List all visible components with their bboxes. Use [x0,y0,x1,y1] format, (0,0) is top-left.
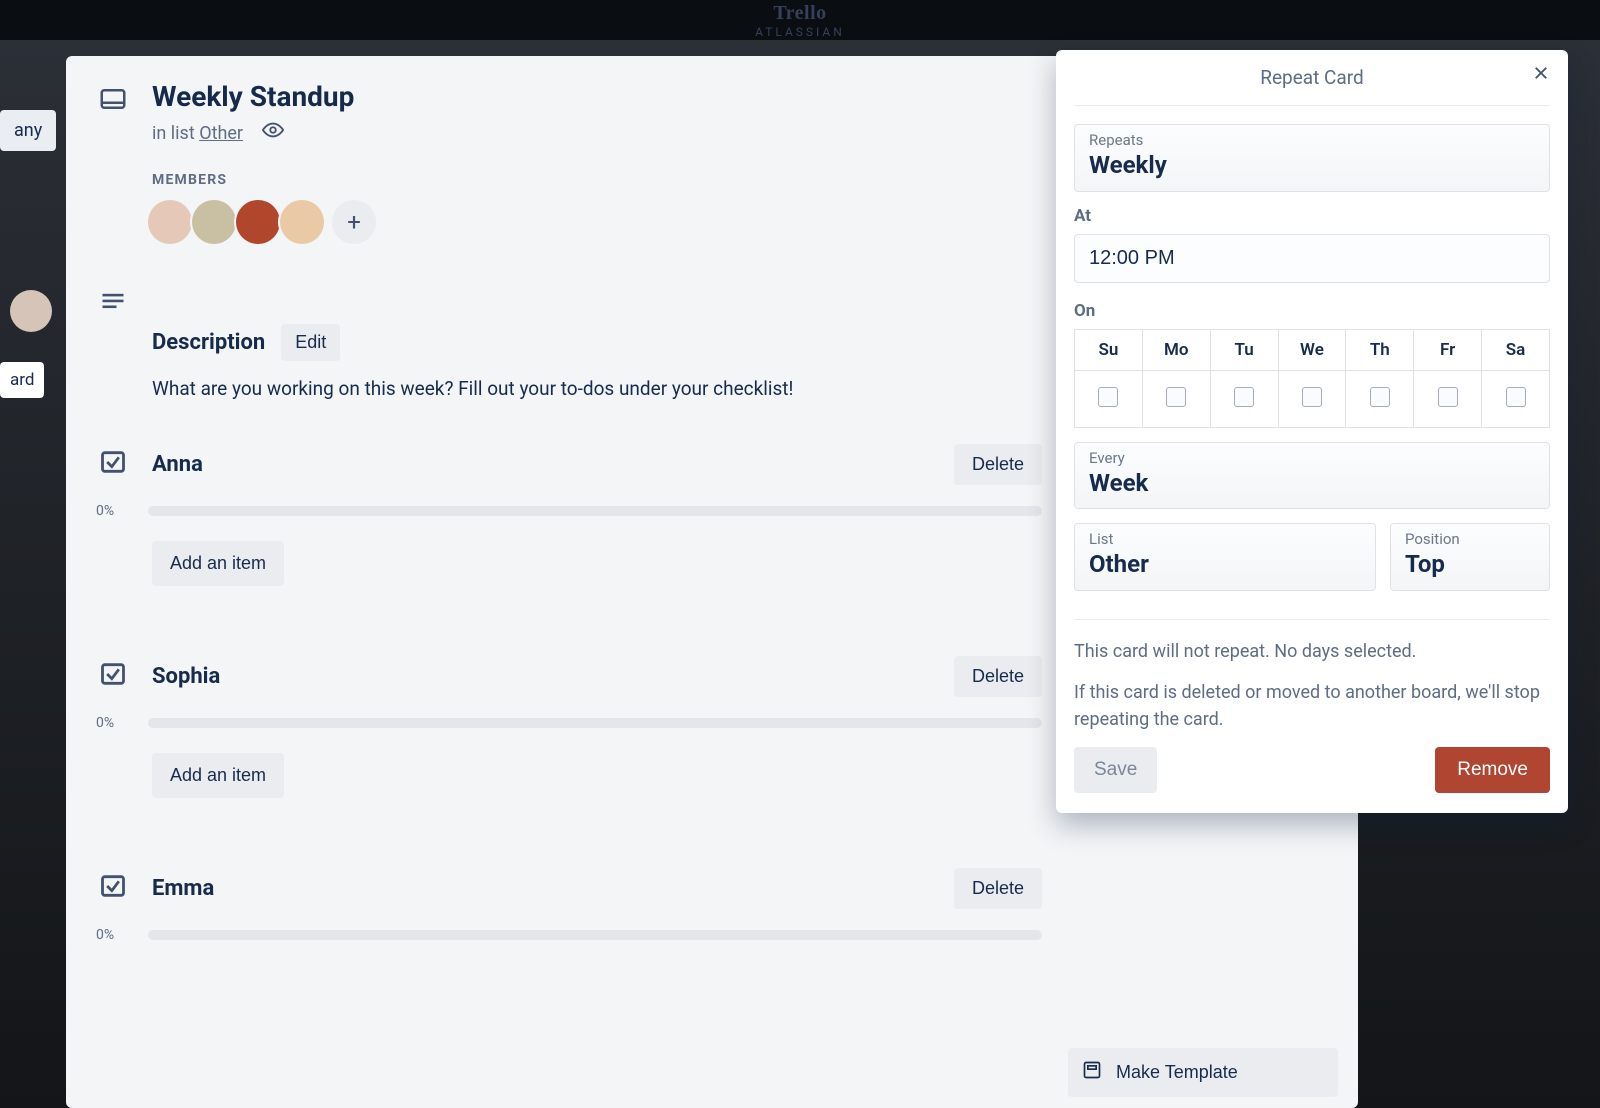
edit-description-button[interactable]: Edit [281,324,340,361]
divider [1074,619,1550,620]
checklist-icon [96,656,130,688]
make-template-button[interactable]: Make Template [1068,1048,1338,1097]
brand-name: Trello [755,2,845,25]
delete-checklist-button[interactable]: Delete [954,444,1042,485]
repeat-save-button[interactable]: Save [1074,747,1157,793]
template-icon [1082,1060,1102,1085]
card-icon [96,80,130,114]
repeats-value: Weekly [1089,151,1167,179]
brand-sub: ATLASSIAN [755,25,845,39]
day-header-tu: Tu [1210,329,1278,370]
member-avatar[interactable] [148,200,192,244]
checklist-title[interactable]: Sophia [152,664,954,689]
member-avatar[interactable] [192,200,236,244]
add-member-button[interactable]: + [332,200,376,244]
at-time-input[interactable] [1074,234,1550,283]
watch-icon[interactable] [262,119,284,141]
list-value: Other [1089,550,1149,578]
position-field[interactable]: Position Top [1390,523,1550,591]
day-header-sa: Sa [1482,329,1550,370]
on-label: On [1074,301,1550,321]
day-checkbox-sa[interactable] [1506,387,1526,407]
repeats-field[interactable]: Repeats Weekly [1074,124,1550,192]
popover-close-button[interactable] [1532,64,1550,88]
every-value: Week [1089,469,1148,497]
add-checklist-item-button[interactable]: Add an item [152,541,284,586]
board-member-avatar [10,290,52,332]
popover-title: Repeat Card [1260,66,1363,89]
repeat-warning-no-days: This card will not repeat. No days selec… [1074,638,1550,665]
every-field[interactable]: Every Week [1074,442,1550,510]
day-checkbox-fr[interactable] [1438,387,1458,407]
brand-logo: Trello ATLASSIAN [755,2,845,39]
checklist-progress-percent: 0% [96,503,130,519]
repeats-label: Repeats [1089,131,1535,149]
checklist-title[interactable]: Anna [152,452,954,477]
board-name-fragment: any [0,110,56,151]
day-header-we: We [1278,329,1346,370]
card-title[interactable]: Weekly Standup [152,80,1042,113]
checklist-icon [96,868,130,900]
in-list-prefix: in list [152,123,199,144]
checklist-progress-bar [148,930,1042,940]
description-text[interactable]: What are you working on this week? Fill … [152,377,1042,400]
position-value: Top [1405,550,1445,578]
repeat-card-popover: Repeat Card Repeats Weekly At On Su Mo T… [1056,50,1568,813]
description-heading: Description [152,330,265,355]
checklist-progress-bar [148,506,1042,516]
description-icon [96,284,130,316]
day-checkbox-mo[interactable] [1166,387,1186,407]
day-checkbox-su[interactable] [1098,387,1118,407]
days-table: Su Mo Tu We Th Fr Sa [1074,329,1550,428]
list-label: List [1089,530,1361,548]
position-label: Position [1405,530,1535,548]
checklist-title[interactable]: Emma [152,876,954,901]
members-label: MEMBERS [152,172,1042,188]
list-field[interactable]: List Other [1074,523,1376,591]
checklist-progress-bar [148,718,1042,728]
checklist-progress-percent: 0% [96,715,130,731]
delete-checklist-button[interactable]: Delete [954,868,1042,909]
day-header-th: Th [1346,329,1414,370]
at-label: At [1074,206,1550,226]
every-label: Every [1089,449,1535,467]
member-avatar[interactable] [236,200,280,244]
day-checkbox-th[interactable] [1370,387,1390,407]
repeat-warning-delete: If this card is deleted or moved to anot… [1074,679,1550,733]
in-list-line: in list Other [152,119,1042,144]
partial-card: ard [0,362,44,398]
repeat-remove-button[interactable]: Remove [1435,747,1550,793]
member-avatar[interactable] [280,200,324,244]
day-header-fr: Fr [1414,329,1482,370]
day-header-mo: Mo [1142,329,1210,370]
delete-checklist-button[interactable]: Delete [954,656,1042,697]
day-checkbox-tu[interactable] [1234,387,1254,407]
checklist-progress-percent: 0% [96,927,130,943]
day-checkbox-we[interactable] [1302,387,1322,407]
day-header-su: Su [1075,329,1143,370]
checklist-icon [96,444,130,476]
add-checklist-item-button[interactable]: Add an item [152,753,284,798]
make-template-label: Make Template [1116,1062,1238,1083]
list-link[interactable]: Other [199,123,243,144]
